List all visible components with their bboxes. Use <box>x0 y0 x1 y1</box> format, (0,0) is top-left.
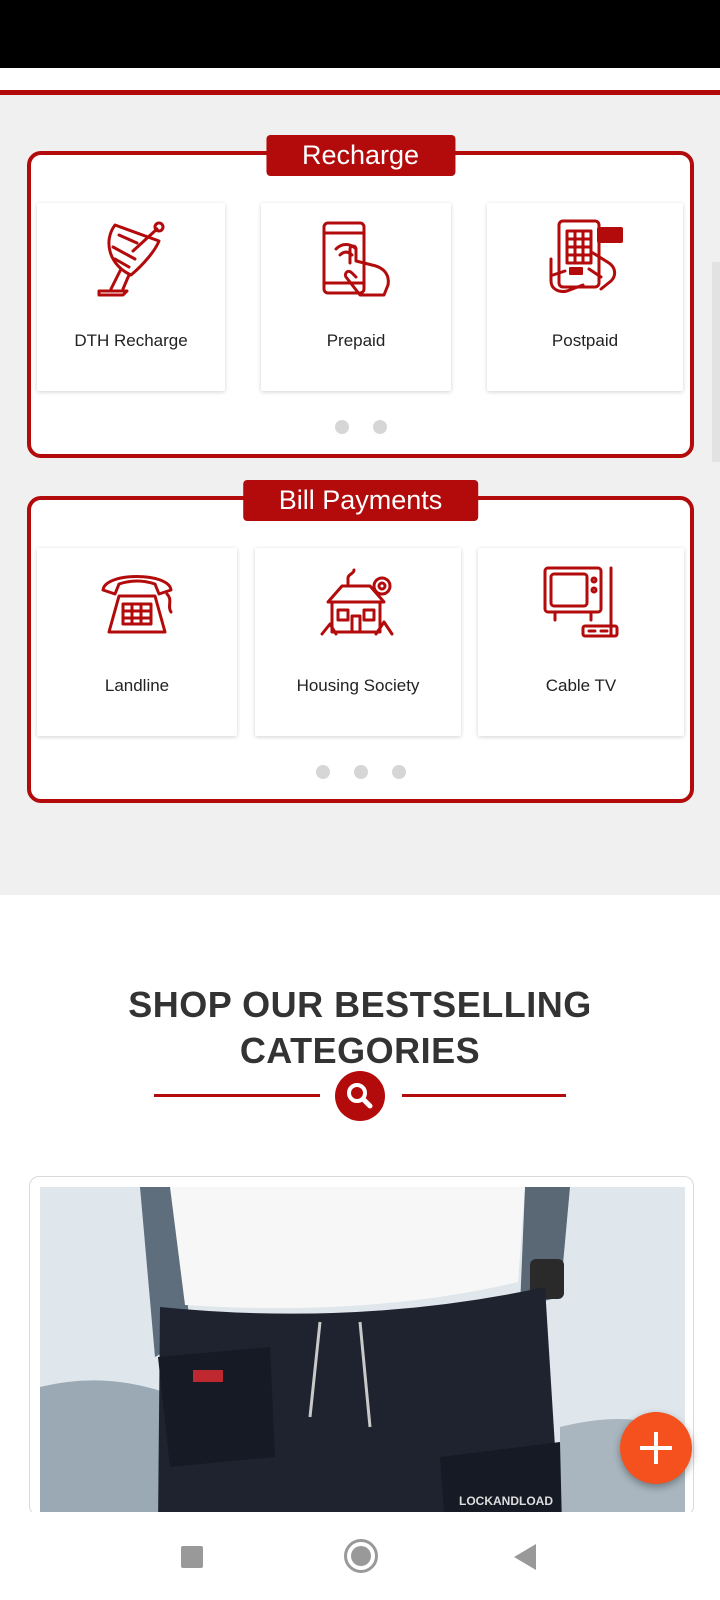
telephone-icon <box>101 575 173 634</box>
search-button[interactable] <box>335 1071 385 1121</box>
home-circle-icon[interactable] <box>344 1539 378 1573</box>
tv-icon <box>543 566 619 638</box>
heading-line-2: CATEGORIES <box>239 1030 481 1071</box>
heading-divider-left <box>154 1094 320 1097</box>
dth-recharge-card[interactable]: DTH Recharge <box>37 203 225 391</box>
card-label: Cable TV <box>545 676 617 695</box>
card-label: Landline <box>104 676 170 695</box>
scroll-indicator[interactable] <box>712 262 720 462</box>
card-label: Housing Society <box>296 676 420 695</box>
heading-divider-right <box>402 1094 566 1097</box>
card-label: DTH Recharge <box>74 331 188 350</box>
status-bar <box>0 0 720 68</box>
product-label-text: LOCKANDLOAD <box>459 1494 553 1508</box>
search-icon <box>347 1083 373 1109</box>
bill-payments-pager[interactable] <box>31 765 690 779</box>
landline-card[interactable]: Landline <box>37 548 237 736</box>
recharge-title: Recharge <box>265 135 456 176</box>
bill-payments-title: Bill Payments <box>242 480 479 521</box>
pager-dot[interactable] <box>391 765 406 779</box>
phone-bill-icon <box>549 219 623 293</box>
pager-dot[interactable] <box>315 765 330 779</box>
pager-dot[interactable] <box>334 420 349 434</box>
heading-line-1: SHOP OUR BESTSELLING <box>128 984 592 1025</box>
card-label: Prepaid <box>326 331 386 350</box>
prepaid-card[interactable]: Prepaid <box>261 203 451 391</box>
recharge-pager[interactable] <box>31 420 690 434</box>
categories-heading: SHOP OUR BESTSELLING CATEGORIES <box>0 982 720 1074</box>
category-card[interactable]: LOCKANDLOAD <box>29 1176 694 1516</box>
back-triangle-icon[interactable] <box>514 1544 536 1570</box>
phone-tap-icon <box>322 221 390 297</box>
cargo-pants-model-image[interactable]: LOCKANDLOAD <box>40 1187 685 1515</box>
pager-dot[interactable] <box>372 420 387 434</box>
system-navigation-bar <box>0 1512 720 1600</box>
recents-square-icon[interactable] <box>181 1546 203 1568</box>
card-label: Postpaid <box>551 331 619 350</box>
pager-dot[interactable] <box>353 765 368 779</box>
cable-tv-card[interactable]: Cable TV <box>478 548 684 736</box>
housing-society-card[interactable]: Housing Society <box>255 548 461 736</box>
header-strip <box>0 68 720 90</box>
recharge-section: Recharge DTH Recharge Prepaid Postpaid <box>27 135 694 458</box>
house-icon <box>320 568 394 636</box>
bill-payments-section: Bill Payments Landline Housing Society C… <box>27 480 694 803</box>
satellite-dish-icon <box>97 221 165 297</box>
postpaid-card[interactable]: Postpaid <box>487 203 683 391</box>
add-fab-button[interactable] <box>620 1412 692 1484</box>
